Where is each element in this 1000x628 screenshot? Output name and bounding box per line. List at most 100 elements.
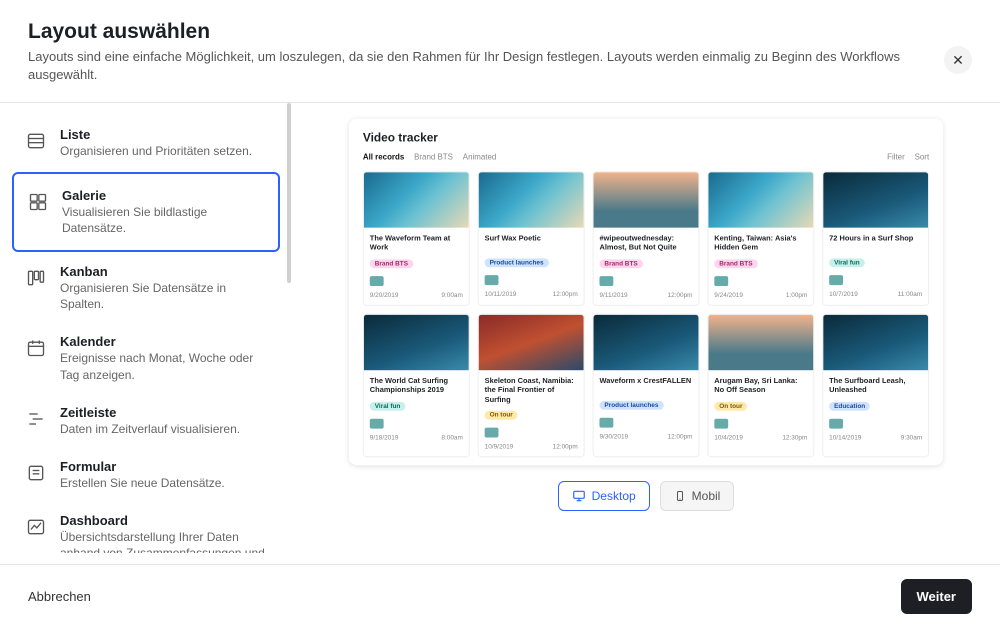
- preview-card: Video tracker All records Brand BTS Anim…: [349, 119, 943, 465]
- layout-option-galerie[interactable]: Galerie Visualisieren Sie bildlastige Da…: [12, 172, 280, 252]
- layout-option-dashboard[interactable]: Dashboard Übersichtsdarstellung Ihrer Da…: [12, 503, 280, 553]
- card-thumbs: [714, 276, 807, 286]
- kanban-icon: [24, 266, 48, 290]
- mobile-icon: [674, 489, 686, 503]
- card-title: Arugam Bay, Sri Lanka: No Off Season: [714, 376, 807, 395]
- card-thumbs: [829, 276, 922, 286]
- card-tag: Product launches: [485, 259, 549, 268]
- form-icon: [24, 461, 48, 485]
- card-image: [479, 173, 584, 228]
- card-footer: 9/11/201912:00pm: [599, 292, 692, 299]
- layout-title: Liste: [60, 127, 268, 142]
- layout-desc: Ereignisse nach Monat, Woche oder Tag an…: [60, 350, 268, 382]
- gallery-card[interactable]: The Surfboard Leash, Unleashed Education 1…: [822, 314, 929, 458]
- card-tag: Brand BTS: [714, 259, 757, 268]
- card-footer: 9/18/20198:00am: [370, 434, 463, 441]
- card-thumbs: [599, 276, 692, 286]
- layout-desc: Organisieren Sie Datensätze in Spalten.: [60, 280, 268, 312]
- sort-button[interactable]: Sort: [915, 153, 930, 162]
- layout-title: Galerie: [62, 188, 266, 203]
- card-image: [594, 173, 699, 228]
- layout-title: Kalender: [60, 334, 268, 349]
- timeline-icon: [24, 407, 48, 431]
- gallery-card[interactable]: Waveform x CrestFALLENProduct launches9/…: [593, 314, 700, 458]
- card-title: The Surfboard Leash, Unleashed: [829, 376, 922, 395]
- layout-title: Dashboard: [60, 513, 268, 528]
- card-tag: Viral fun: [829, 259, 865, 268]
- preview-tab[interactable]: Brand BTS: [414, 153, 453, 162]
- card-tag: Education: [829, 402, 870, 411]
- card-image: [364, 315, 469, 370]
- layout-option-kanban[interactable]: Kanban Organisieren Sie Datensätze in Sp…: [12, 254, 280, 322]
- device-label: Desktop: [592, 489, 636, 503]
- preview-pane: Video tracker All records Brand BTS Anim…: [292, 103, 1000, 553]
- layout-desc: Übersichtsdarstellung Ihrer Daten anhand…: [60, 529, 268, 553]
- close-icon: ✕: [952, 52, 964, 69]
- cancel-button[interactable]: Abbrechen: [28, 589, 91, 604]
- layout-title: Kanban: [60, 264, 268, 279]
- layout-option-liste[interactable]: Liste Organisieren und Prioritäten setze…: [12, 117, 280, 169]
- close-button[interactable]: ✕: [944, 46, 972, 74]
- layout-sidebar: Liste Organisieren und Prioritäten setze…: [0, 103, 292, 553]
- card-image: [479, 315, 584, 370]
- dialog-footer: Abbrechen Weiter: [0, 564, 1000, 628]
- card-tag: On tour: [485, 411, 518, 420]
- dialog-title: Layout auswählen: [28, 20, 972, 44]
- layout-desc: Visualisieren Sie bildlastige Datensätze…: [62, 204, 266, 236]
- card-footer: 10/4/201912:30pm: [714, 434, 807, 441]
- gallery-card[interactable]: Surf Wax Poetic Product launches 10/11/201…: [478, 172, 585, 306]
- gallery-card[interactable]: Skeleton Coast, Namibia: the Final Front…: [478, 314, 585, 458]
- gallery-card[interactable]: 72 Hours in a Surf ShopViral fun10/7/201…: [822, 172, 929, 306]
- dialog-subtitle: Layouts sind eine einfache Möglichkeit, …: [28, 48, 928, 84]
- card-tag: On tour: [714, 402, 747, 411]
- card-image: [364, 173, 469, 228]
- device-toggle: Desktop Mobil: [558, 481, 735, 511]
- gallery-card[interactable]: The World Cat Surfing Championships 2019…: [363, 314, 470, 458]
- card-footer: 9/20/20199:00am: [370, 292, 463, 299]
- gallery-card[interactable]: Arugam Bay, Sri Lanka: No Off Season On t…: [707, 314, 814, 458]
- layout-title: Formular: [60, 459, 268, 474]
- filter-button[interactable]: Filter: [887, 153, 905, 162]
- gallery-card[interactable]: The Waveform Team at WorkBrand BTS9/20/2…: [363, 172, 470, 306]
- card-image: [823, 173, 928, 228]
- layout-option-formular[interactable]: Formular Erstellen Sie neue Datensätze.: [12, 449, 280, 501]
- card-thumbs: [599, 418, 692, 428]
- card-title: Waveform x CrestFALLEN: [599, 376, 692, 394]
- card-title: Surf Wax Poetic: [485, 234, 578, 252]
- preview-tabs: All records Brand BTS Animated: [363, 153, 496, 162]
- preview-grid: The Waveform Team at Work Brand BTS 9/20/2…: [363, 172, 929, 458]
- card-footer: 10/11/201912:00pm: [485, 291, 578, 298]
- preview-title: Video tracker: [363, 131, 929, 145]
- card-footer: 10/14/20199:30am: [829, 434, 922, 441]
- preview-tab[interactable]: All records: [363, 153, 404, 162]
- card-thumbs: [370, 276, 463, 286]
- desktop-icon: [572, 489, 586, 503]
- card-footer: 9/30/201912:00pm: [599, 434, 692, 441]
- card-thumbs: [829, 419, 922, 429]
- layout-title: Zeitleiste: [60, 405, 268, 420]
- card-footer: 9/24/20191:00pm: [714, 292, 807, 299]
- layout-option-zeitleiste[interactable]: Zeitleiste Daten im Zeitverlauf visualis…: [12, 395, 280, 447]
- next-button[interactable]: Weiter: [901, 579, 973, 614]
- gallery-card[interactable]: #wipeoutwednesday: Almost, But Not Quite…: [593, 172, 700, 306]
- card-title: Kenting, Taiwan: Asia's Hidden Gem: [714, 234, 807, 253]
- card-image: [708, 173, 813, 228]
- card-title: Skeleton Coast, Namibia: the Final Front…: [485, 376, 578, 404]
- device-desktop-button[interactable]: Desktop: [558, 481, 650, 511]
- card-image: [823, 315, 928, 370]
- card-tag: Brand BTS: [599, 259, 642, 268]
- sidebar-scrollbar[interactable]: [286, 103, 292, 553]
- dashboard-icon: [24, 515, 48, 539]
- card-title: The Waveform Team at Work: [370, 234, 463, 253]
- card-thumbs: [370, 419, 463, 429]
- card-image: [708, 315, 813, 370]
- gallery-card[interactable]: Kenting, Taiwan: Asia's Hidden Gem Brand …: [707, 172, 814, 306]
- layout-desc: Erstellen Sie neue Datensätze.: [60, 475, 268, 491]
- calendar-icon: [24, 336, 48, 360]
- dialog-header: Layout auswählen Layouts sind eine einfa…: [0, 0, 1000, 103]
- device-mobile-button[interactable]: Mobil: [660, 481, 735, 511]
- card-title: 72 Hours in a Surf Shop: [829, 234, 922, 252]
- card-thumbs: [485, 428, 578, 438]
- preview-tab[interactable]: Animated: [463, 153, 496, 162]
- layout-option-kalender[interactable]: Kalender Ereignisse nach Monat, Woche od…: [12, 324, 280, 392]
